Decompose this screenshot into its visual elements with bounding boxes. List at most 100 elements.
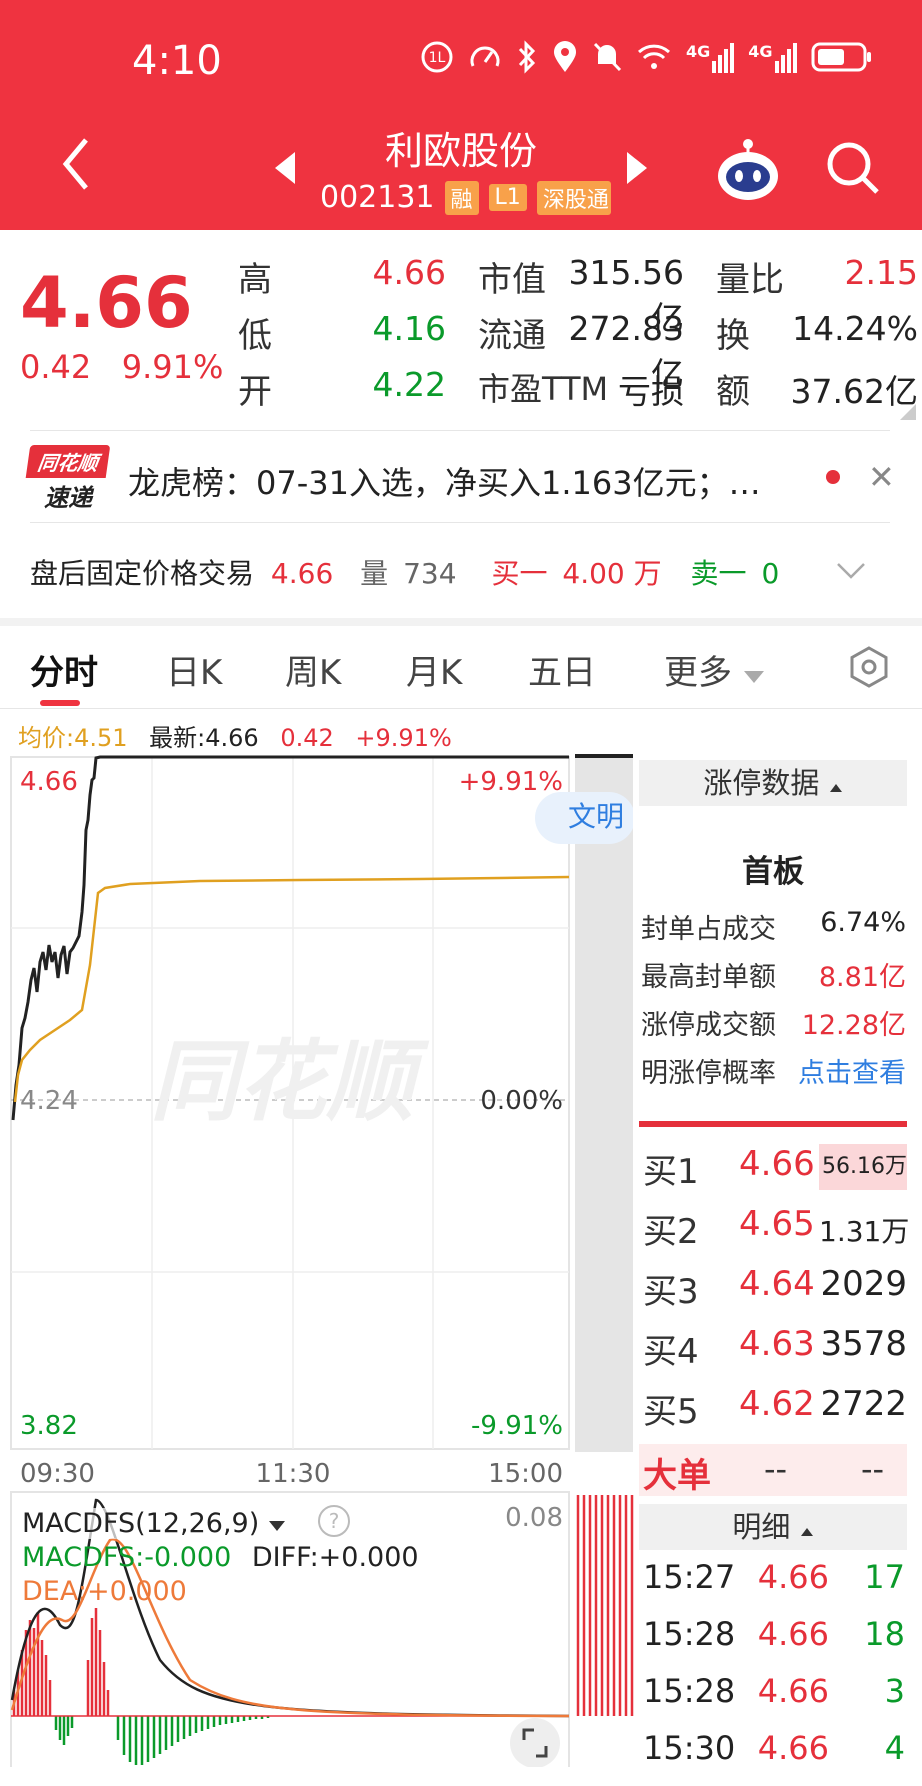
big-order-label: 大单 [643,1456,711,1496]
svg-text:1L: 1L [429,50,446,66]
macd-selector[interactable]: MACDFS(12,26,9) [22,1508,286,1539]
chevron-down-icon[interactable] [836,562,866,580]
tab-more[interactable]: 更多 [664,645,765,694]
news-logo: 同花顺 速递 [25,445,111,512]
axis-bottom-price: 3.82 [20,1411,78,1441]
float-label: 流通 [478,316,546,356]
order-book: 买1 4.66 56.16万 买2 4.65 1.31万 买3 4.64 202… [639,1140,909,1440]
macd-name: MACDFS(12,26,9) [22,1508,260,1539]
battery-icon [811,42,871,72]
board-label: 首板 [742,854,804,890]
order-book-divider [639,1121,907,1127]
limit-data-header[interactable]: 涨停数据 [639,760,907,806]
price-change-pct: 9.91% [121,348,224,386]
app-header: 4:10 1L 4G 4G 利欧股份 002131 融 L1 深股通 [0,0,922,230]
news-unread-dot [826,470,840,484]
bid-1-label: 买1 [643,1152,699,1192]
news-close-button[interactable]: ✕ [868,458,895,496]
search-icon[interactable] [825,140,881,196]
big-order-value-2: -- [861,1450,885,1488]
4g-signal-icon: 4G [748,42,797,73]
detail-time: 15:28 [643,1615,736,1653]
detail-volume: 18 [864,1615,905,1653]
high-value: 4.66 [372,253,446,292]
robot-assistant-icon[interactable] [715,138,781,202]
stock-code: 002131 [320,180,435,215]
detail-volume: 17 [864,1558,905,1596]
tab-weekly-k[interactable]: 周K [285,645,341,694]
macd-help-label: ? [328,1509,340,1533]
order-book-row: 买1 4.66 56.16万 [639,1140,909,1200]
limit-prob-label: 明涨停概率 [641,1058,776,1089]
macd-max-value: 0.08 [505,1503,563,1533]
limit-amount-label: 涨停成交额 [641,1010,776,1041]
pe-label: 市盈TTM [478,370,609,408]
tab-five-day[interactable]: 五日 [528,645,596,694]
pe-value: 亏损 [618,372,684,411]
section-gap [0,618,922,626]
bid-2-label: 买2 [643,1212,699,1252]
after-hours-row[interactable]: 盘后固定价格交易 4.66 量 734 买一 4.00 万 卖一 0 [30,552,779,592]
speed-icon [470,46,500,67]
intraday-chart[interactable]: 同花顺 4.66 +9.91% 4.24 0.00% 3.82 -9.91% 文… [0,740,640,1767]
max-seal-value: 8.81亿 [818,962,906,993]
expand-corner-icon[interactable] [900,404,916,420]
divider [30,522,890,523]
bid-3-price: 4.64 [739,1264,815,1304]
after-hours-buy: 4.00 万 [562,557,662,590]
open-value: 4.22 [372,365,446,404]
tab-more-label: 更多 [664,653,732,693]
badge-level: L1 [488,184,527,211]
bluetooth-icon [518,40,536,74]
badge-connect: 深股通 [536,180,611,215]
tab-monthly-k[interactable]: 月K [406,645,462,694]
network-label-1: 4G [686,41,711,61]
seal-ratio-label: 封单占成交 [641,914,776,945]
next-stock-icon[interactable] [625,150,649,186]
order-book-row: 买3 4.64 2029 [639,1260,909,1320]
limit-data-title: 涨停数据 [703,766,820,800]
detail-title: 明细 [732,1510,791,1544]
bid-1-price: 4.66 [739,1144,815,1184]
seal-ratio-value: 6.74% [820,907,906,938]
tab-intraday[interactable]: 分时 [30,645,98,694]
detail-time: 15:30 [643,1729,736,1767]
order-book-row: 买2 4.65 1.31万 [639,1200,909,1260]
detail-list: 15:27 4.66 17 15:28 4.66 18 15:28 4.66 3… [639,1558,909,1786]
news-ticker[interactable]: 龙虎榜：07-31入选，净买入1.163亿元；… [128,458,761,504]
location-icon [554,41,576,72]
fullscreen-button[interactable] [510,1718,560,1767]
turnover-label: 换 [716,316,750,356]
price-change-row: 0.42 9.91% [20,348,223,386]
detail-volume: 3 [884,1672,905,1710]
bid-4-label: 买4 [643,1332,699,1372]
diff-value: DIFF:+0.000 [251,1542,419,1573]
detail-time: 15:27 [643,1558,736,1596]
after-hours-buy-label: 买一 [491,557,548,590]
limit-prob-link[interactable]: 点击查看 [780,1051,906,1090]
time-axis-end: 15:00 [488,1459,563,1489]
detail-row: 15:27 4.66 17 [639,1558,909,1615]
macd-help-button[interactable]: ? [318,1505,350,1537]
low-label: 低 [238,316,272,356]
tab-daily-k[interactable]: 日K [166,645,222,694]
settings-hexagon-icon[interactable] [848,646,890,688]
axis-top-price: 4.66 [20,767,78,797]
big-order-row[interactable]: 大单 -- -- [639,1444,907,1496]
divider [30,430,890,431]
after-hours-vol: 734 [403,557,457,590]
max-seal-label: 最高封单额 [641,962,776,993]
detail-row: 15:30 4.66 4 [639,1729,909,1786]
detail-header[interactable]: 明细 [639,1504,907,1550]
detail-price: 4.66 [757,1615,829,1653]
watermark: 同花顺 [150,1030,430,1133]
after-hours-sell: 0 [761,557,780,590]
detail-time: 15:28 [643,1672,736,1710]
badge-connect-label: 深股通 [542,187,609,213]
big-order-value-1: -- [764,1450,788,1488]
status-icons: 1L 4G 4G [420,40,873,74]
divider [0,708,922,709]
hd-icon: 1L [421,41,453,73]
turnover-value: 14.24% [792,309,918,348]
detail-row: 15:28 4.66 3 [639,1672,909,1729]
